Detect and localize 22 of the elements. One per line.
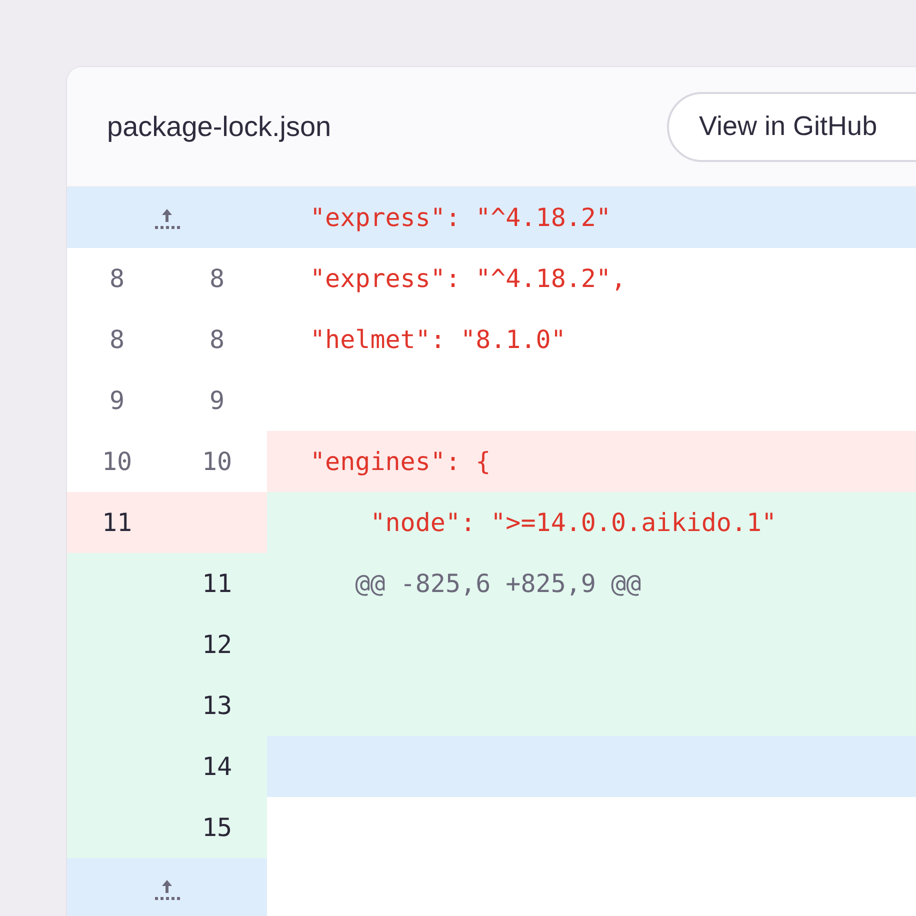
file-name: package-lock.json [107, 110, 332, 142]
old-line-number: 10 [102, 447, 132, 476]
new-line-number: 8 [209, 264, 225, 293]
view-in-github-button[interactable]: View in GitHub [667, 92, 916, 162]
new-line-number: 11 [202, 569, 232, 598]
code-text: "express": "^4.18.2", [310, 264, 626, 293]
old-line-number: 9 [109, 386, 125, 415]
old-line-number: 11 [102, 508, 132, 537]
new-line-number: 8 [209, 325, 225, 354]
new-line-number: 13 [202, 691, 232, 720]
code-text: "engines": { [310, 447, 491, 476]
new-line-number: 10 [202, 447, 232, 476]
old-line-number: 8 [109, 264, 125, 293]
new-line-number: 14 [202, 752, 232, 781]
new-line-number: 9 [209, 386, 225, 415]
hunk-header: @@ -825,6 +825,9 @@ [354, 569, 642, 598]
code-text: "helmet": "8.1.0" [310, 325, 566, 354]
new-line-number: 15 [202, 813, 232, 842]
code-text: "node": ">=14.0.0.aikido.1" [369, 508, 777, 537]
code-text: "express": "^4.18.2" [310, 203, 612, 232]
new-line-number: 12 [202, 630, 232, 659]
old-line-number: 8 [109, 325, 125, 354]
